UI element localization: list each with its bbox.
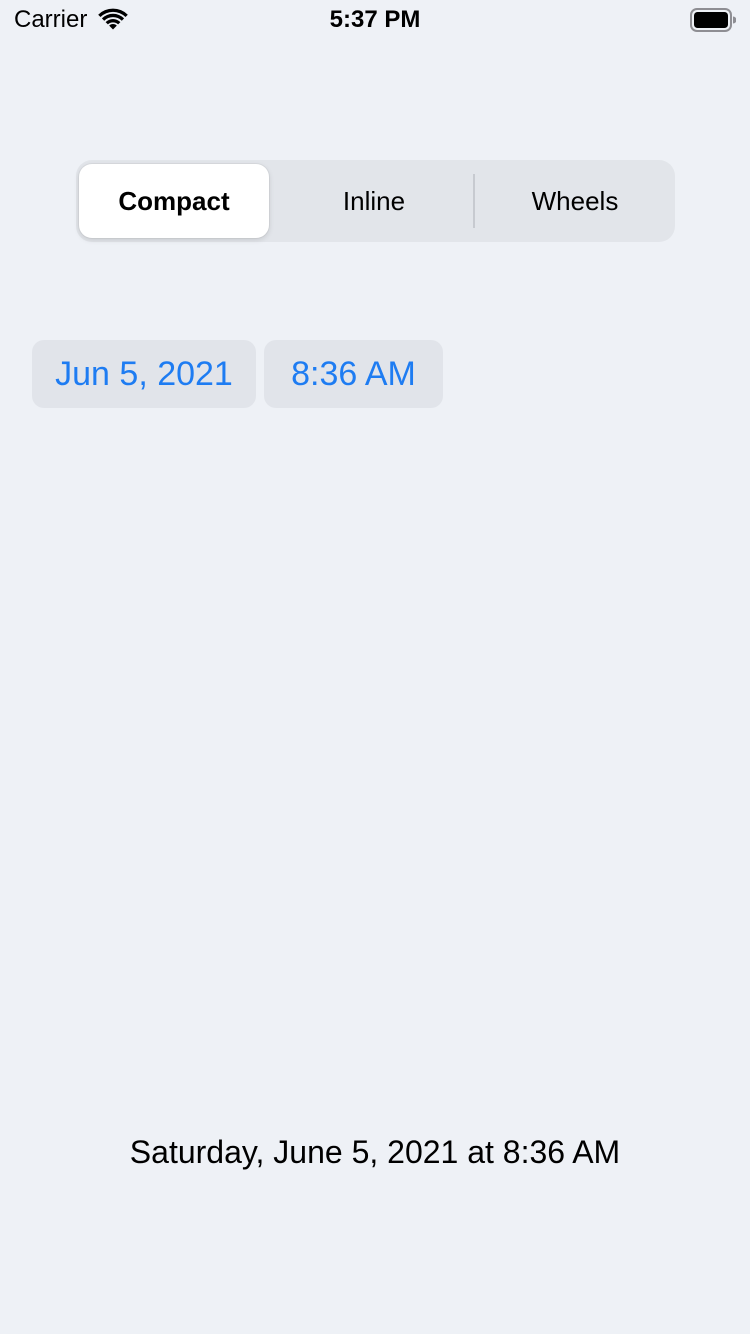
date-picker-button[interactable]: Jun 5, 2021 [32, 340, 256, 408]
segment-compact[interactable]: Compact [79, 164, 269, 238]
segment-compact-label: Compact [118, 185, 230, 216]
status-bar: Carrier 5:37 PM [0, 0, 750, 40]
segment-inline-label: Inline [342, 185, 406, 216]
screen: Carrier 5:37 PM Compact Inline Wheels Ju… [0, 0, 750, 1334]
status-time: 5:37 PM [329, 6, 421, 33]
time-picker-button[interactable]: 8:36 AM [264, 340, 443, 408]
segment-wheels[interactable]: Wheels [476, 164, 674, 238]
battery-icon [690, 8, 736, 32]
picker-style-segmented-control: Compact Inline Wheels [76, 160, 675, 242]
date-value: Jun 5, 2021 [55, 354, 233, 393]
time-value: 8:36 AM [291, 354, 416, 393]
segment-divider [473, 174, 475, 228]
segment-wheels-label: Wheels [531, 185, 619, 216]
segment-inline[interactable]: Inline [276, 164, 472, 238]
selected-datetime-label: Saturday, June 5, 2021 at 8:36 AM [129, 1134, 621, 1170]
